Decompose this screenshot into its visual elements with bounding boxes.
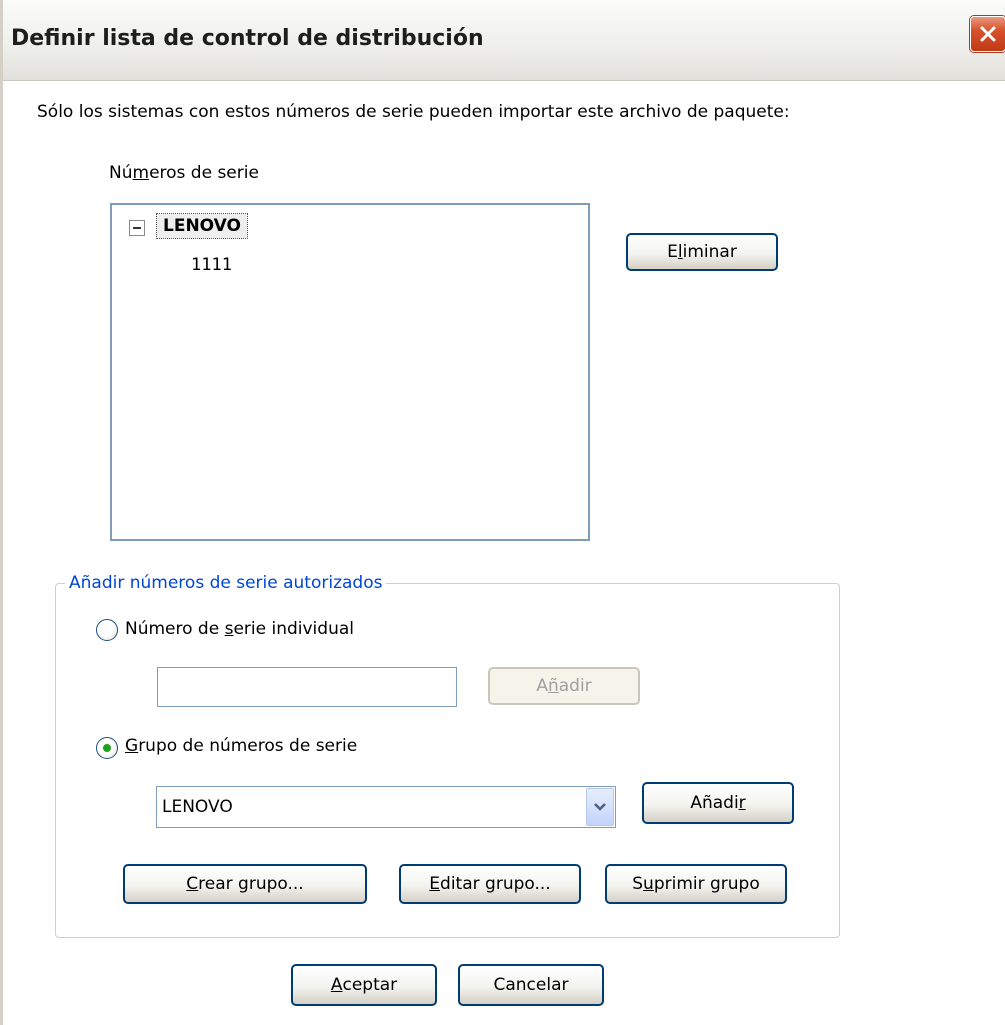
individual-serial-radio[interactable] [96,619,118,641]
serial-group-radio[interactable] [96,737,118,759]
cancel-button[interactable]: Cancelar [458,964,604,1006]
chevron-down-icon [594,803,606,811]
window-title: Definir lista de control de distribución [11,26,484,51]
dropdown-button[interactable] [586,788,614,826]
serial-list-label: Números de serie [109,163,259,183]
add-serial-button[interactable]: Añ adir [488,667,640,705]
group-select[interactable]: LENOVO [156,786,616,828]
serial-tree[interactable]: LENOVO 1111 [110,203,590,541]
create-group-button[interactable]: Crear grupo... [123,864,367,904]
individual-serial-label[interactable]: Número de serie individual [125,619,354,639]
tree-node-lenovo[interactable]: LENOVO [156,213,248,239]
serial-number-input[interactable] [157,667,457,707]
edit-group-button[interactable]: Editar grupo... [399,864,581,904]
intro-text: Sólo los sistemas con estos números de s… [37,102,790,122]
groupbox-legend: Añadir números de serie autorizados [65,573,387,593]
title-bar[interactable]: Definir lista de control de distribución [3,0,1005,81]
group-select-value: LENOVO [162,797,233,817]
add-group-button[interactable]: Añadi r [642,782,794,824]
dialog-window: Definir lista de control de distribución… [0,0,1005,1025]
delete-button[interactable]: El iminar [626,233,778,271]
serial-group-label[interactable]: Grupo de números de serie [125,736,357,756]
tree-node-serial[interactable]: 1111 [191,255,232,275]
close-icon [980,26,996,42]
remove-group-button[interactable]: Su primir grupo [605,864,787,904]
ok-button[interactable]: Aceptar [291,964,437,1006]
minus-box-icon[interactable] [129,220,145,236]
close-button[interactable] [970,16,1005,52]
